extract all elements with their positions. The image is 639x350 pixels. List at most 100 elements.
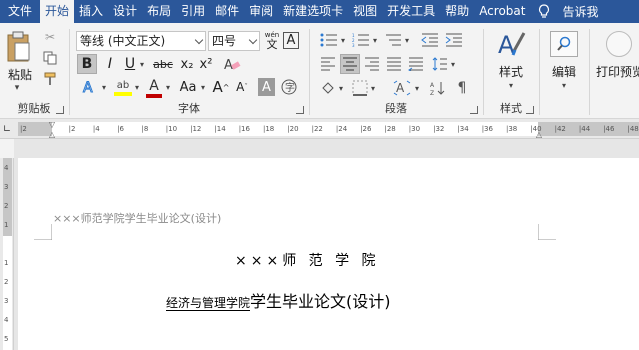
- tab-new[interactable]: 新建选项卡: [278, 0, 348, 23]
- increase-indent-icon[interactable]: [444, 31, 464, 49]
- paragraph-group-label: 段落: [385, 102, 407, 115]
- search-icon[interactable]: [550, 31, 578, 57]
- chevron-down-icon[interactable]: ▾: [403, 33, 411, 47]
- tab-view[interactable]: 视图: [348, 0, 382, 23]
- multilevel-list-icon[interactable]: [382, 31, 404, 49]
- bold-button[interactable]: B: [77, 54, 97, 74]
- right-indent-marker[interactable]: △: [534, 130, 544, 139]
- paste-button[interactable]: [4, 29, 32, 65]
- chevron-down-icon[interactable]: ▾: [449, 57, 457, 71]
- chevron-down-icon[interactable]: ▾: [199, 80, 207, 94]
- phonetic-guide-button[interactable]: wén 文: [263, 29, 281, 51]
- svg-text:Z: Z: [430, 90, 434, 96]
- numbering-icon[interactable]: 123: [350, 31, 372, 49]
- paste-label[interactable]: 粘贴: [6, 67, 34, 82]
- tab-home[interactable]: 开始: [40, 0, 75, 23]
- tab-insert[interactable]: 插入: [74, 0, 108, 23]
- text-effects-icon[interactable]: A: [77, 77, 101, 97]
- page-header-text[interactable]: ×××师范学院学生毕业论文(设计): [53, 210, 221, 226]
- copy-icon[interactable]: [42, 50, 58, 66]
- ruler-tick: |16: [238, 125, 250, 133]
- horizontal-ruler[interactable]: ∟ |2 |2 |4 |6 |8 |10 |12 |14 |16 |18 |20 |22 |24 |26 |…: [0, 119, 639, 139]
- clear-formatting-icon[interactable]: A: [222, 54, 242, 74]
- font-launcher-icon[interactable]: [296, 106, 304, 114]
- chevron-down-icon[interactable]: ▾: [371, 33, 379, 47]
- tab-file[interactable]: 文件: [0, 0, 40, 23]
- superscript-button[interactable]: x²: [197, 54, 215, 74]
- line-spacing-icon[interactable]: [430, 54, 450, 74]
- font-color-button[interactable]: A: [144, 77, 164, 99]
- vruler-text-area: [3, 236, 12, 350]
- decrease-indent-icon[interactable]: [420, 31, 440, 49]
- grow-font-icon[interactable]: A ^: [211, 77, 231, 97]
- tab-design[interactable]: 设计: [108, 0, 142, 23]
- highlight-color-button[interactable]: ab: [112, 77, 134, 99]
- sort-icon[interactable]: AZ: [428, 78, 448, 98]
- justify-icon[interactable]: [384, 54, 404, 74]
- document-title-line1[interactable]: ×××师 范 学 院: [235, 250, 380, 270]
- first-line-indent-marker[interactable]: ▽: [47, 120, 57, 129]
- vruler-tick: 1: [4, 259, 9, 267]
- tab-layout[interactable]: 布局: [142, 0, 176, 23]
- change-case-button[interactable]: Aa: [176, 77, 200, 97]
- underline-button[interactable]: U: [121, 54, 139, 74]
- italic-button[interactable]: I: [101, 54, 119, 74]
- chevron-down-icon[interactable]: ▾: [339, 33, 347, 47]
- char-shading-icon[interactable]: A: [258, 78, 275, 96]
- chevron-down-icon[interactable]: ▾: [413, 81, 421, 95]
- styles-launcher-icon[interactable]: [526, 106, 534, 114]
- editing-label[interactable]: 编辑: [540, 63, 588, 79]
- paragraph-launcher-icon[interactable]: [470, 106, 478, 114]
- tab-acrobat[interactable]: Acrobat: [474, 0, 530, 23]
- chevron-down-icon[interactable]: ▾: [337, 81, 345, 95]
- print-preview-label[interactable]: 打印预览: [596, 63, 639, 79]
- align-center-icon[interactable]: [340, 54, 360, 74]
- char-border-button[interactable]: A: [283, 32, 299, 49]
- print-preview-icon[interactable]: [606, 31, 632, 57]
- vruler-tick: 3: [4, 183, 9, 191]
- svg-text:A: A: [83, 80, 93, 95]
- chevron-down-icon[interactable]: ▾: [507, 79, 515, 91]
- chevron-down-icon[interactable]: ▾: [560, 79, 568, 91]
- thesis-title: 学生毕业论文(设计): [250, 292, 391, 311]
- font-size-combo[interactable]: 四号: [208, 31, 260, 51]
- clipboard-launcher-icon[interactable]: [56, 106, 64, 114]
- bullets-icon[interactable]: [318, 31, 340, 49]
- chevron-down-icon[interactable]: ▾: [164, 80, 172, 94]
- chinese-layout-icon[interactable]: A: [390, 78, 414, 98]
- tab-stop-icon[interactable]: ∟: [1, 122, 13, 136]
- show-marks-icon[interactable]: ¶: [452, 78, 472, 98]
- distributed-icon[interactable]: [406, 54, 426, 74]
- tab-references[interactable]: 引用: [176, 0, 210, 23]
- tab-review[interactable]: 审阅: [244, 0, 278, 23]
- enclose-char-icon[interactable]: 字: [280, 78, 298, 96]
- styles-label[interactable]: 样式: [484, 63, 538, 79]
- ruler-tick: |38: [506, 125, 518, 133]
- chevron-down-icon[interactable]: ▾: [369, 81, 377, 95]
- hanging-indent-marker[interactable]: △: [47, 130, 57, 139]
- tell-me[interactable]: 告诉我: [530, 3, 599, 20]
- subscript-button[interactable]: x₂: [178, 54, 196, 74]
- chevron-down-icon[interactable]: ▾: [9, 83, 25, 93]
- styles-icon[interactable]: A: [495, 28, 527, 60]
- font-size-value: 四号: [212, 34, 237, 48]
- chevron-down-icon[interactable]: ▾: [138, 57, 146, 71]
- tab-help[interactable]: 帮助: [440, 0, 474, 23]
- document-title-line2[interactable]: 经济与管理学院学生毕业论文(设计): [166, 288, 391, 312]
- format-painter-icon[interactable]: [42, 71, 58, 87]
- align-right-icon[interactable]: [362, 54, 382, 74]
- svg-text:A: A: [396, 81, 405, 95]
- tab-mailings[interactable]: 邮件: [210, 0, 244, 23]
- tab-developer[interactable]: 开发工具: [382, 0, 440, 23]
- borders-icon[interactable]: [350, 78, 370, 98]
- font-color-swatch: [146, 93, 162, 98]
- vertical-ruler[interactable]: 4 3 2 1 1 2 3 4 5: [0, 158, 14, 350]
- shrink-font-icon[interactable]: Aˇ: [232, 77, 252, 97]
- chevron-down-icon[interactable]: ▾: [100, 80, 108, 94]
- shading-icon[interactable]: [318, 78, 338, 98]
- align-left-icon[interactable]: [318, 54, 338, 74]
- font-name-combo[interactable]: 等线 (中文正文): [76, 31, 206, 51]
- strikethrough-button[interactable]: abc: [150, 54, 176, 74]
- cut-icon[interactable]: ✂: [42, 29, 58, 45]
- chevron-down-icon[interactable]: ▾: [133, 80, 141, 94]
